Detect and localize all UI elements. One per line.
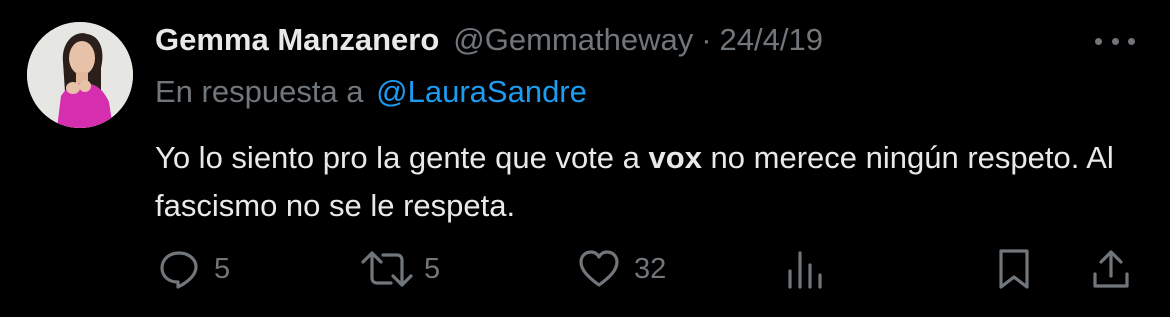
like-button[interactable]: 32 bbox=[578, 244, 666, 294]
separator-dot: · bbox=[701, 22, 712, 57]
reply-count: 5 bbox=[214, 252, 231, 285]
tweet-text-bold: vox bbox=[648, 140, 702, 175]
tweet-text: Yo lo siento pro la gente que vote a vox… bbox=[155, 134, 1145, 230]
retweet-button[interactable]: 5 bbox=[358, 244, 440, 294]
retweet-icon bbox=[361, 251, 413, 287]
like-count: 32 bbox=[634, 252, 667, 285]
share-icon bbox=[1093, 250, 1129, 288]
reply-icon bbox=[160, 251, 198, 289]
more-icon[interactable] bbox=[1095, 26, 1135, 56]
share-button[interactable] bbox=[1090, 244, 1132, 294]
avatar-image bbox=[27, 22, 133, 128]
bookmark-button[interactable] bbox=[996, 244, 1032, 294]
action-bar: 5 5 32 bbox=[0, 244, 1170, 294]
bookmark-icon bbox=[999, 249, 1029, 289]
reply-button[interactable]: 5 bbox=[158, 244, 230, 294]
reply-prefix: En respuesta a bbox=[155, 74, 364, 109]
avatar[interactable] bbox=[27, 22, 133, 128]
tweet-text-part1: Yo lo siento pro la gente que vote a bbox=[155, 140, 649, 175]
analytics-icon bbox=[788, 251, 822, 289]
retweet-count: 5 bbox=[424, 252, 441, 285]
author-handle[interactable]: @Gemmatheway bbox=[453, 18, 693, 62]
reply-mention-link[interactable]: @LauraSandre bbox=[376, 74, 587, 109]
tweet-date[interactable]: 24/4/19 bbox=[720, 18, 823, 62]
like-icon bbox=[579, 250, 619, 287]
analytics-button[interactable] bbox=[786, 244, 826, 294]
tweet-header: Gemma Manzanero @Gemmatheway · 24/4/19 bbox=[155, 18, 823, 62]
tweet: Gemma Manzanero @Gemmatheway · 24/4/19 E… bbox=[0, 0, 1170, 317]
reply-context: En respuesta a @LauraSandre bbox=[155, 70, 587, 114]
author-name[interactable]: Gemma Manzanero bbox=[155, 18, 439, 62]
